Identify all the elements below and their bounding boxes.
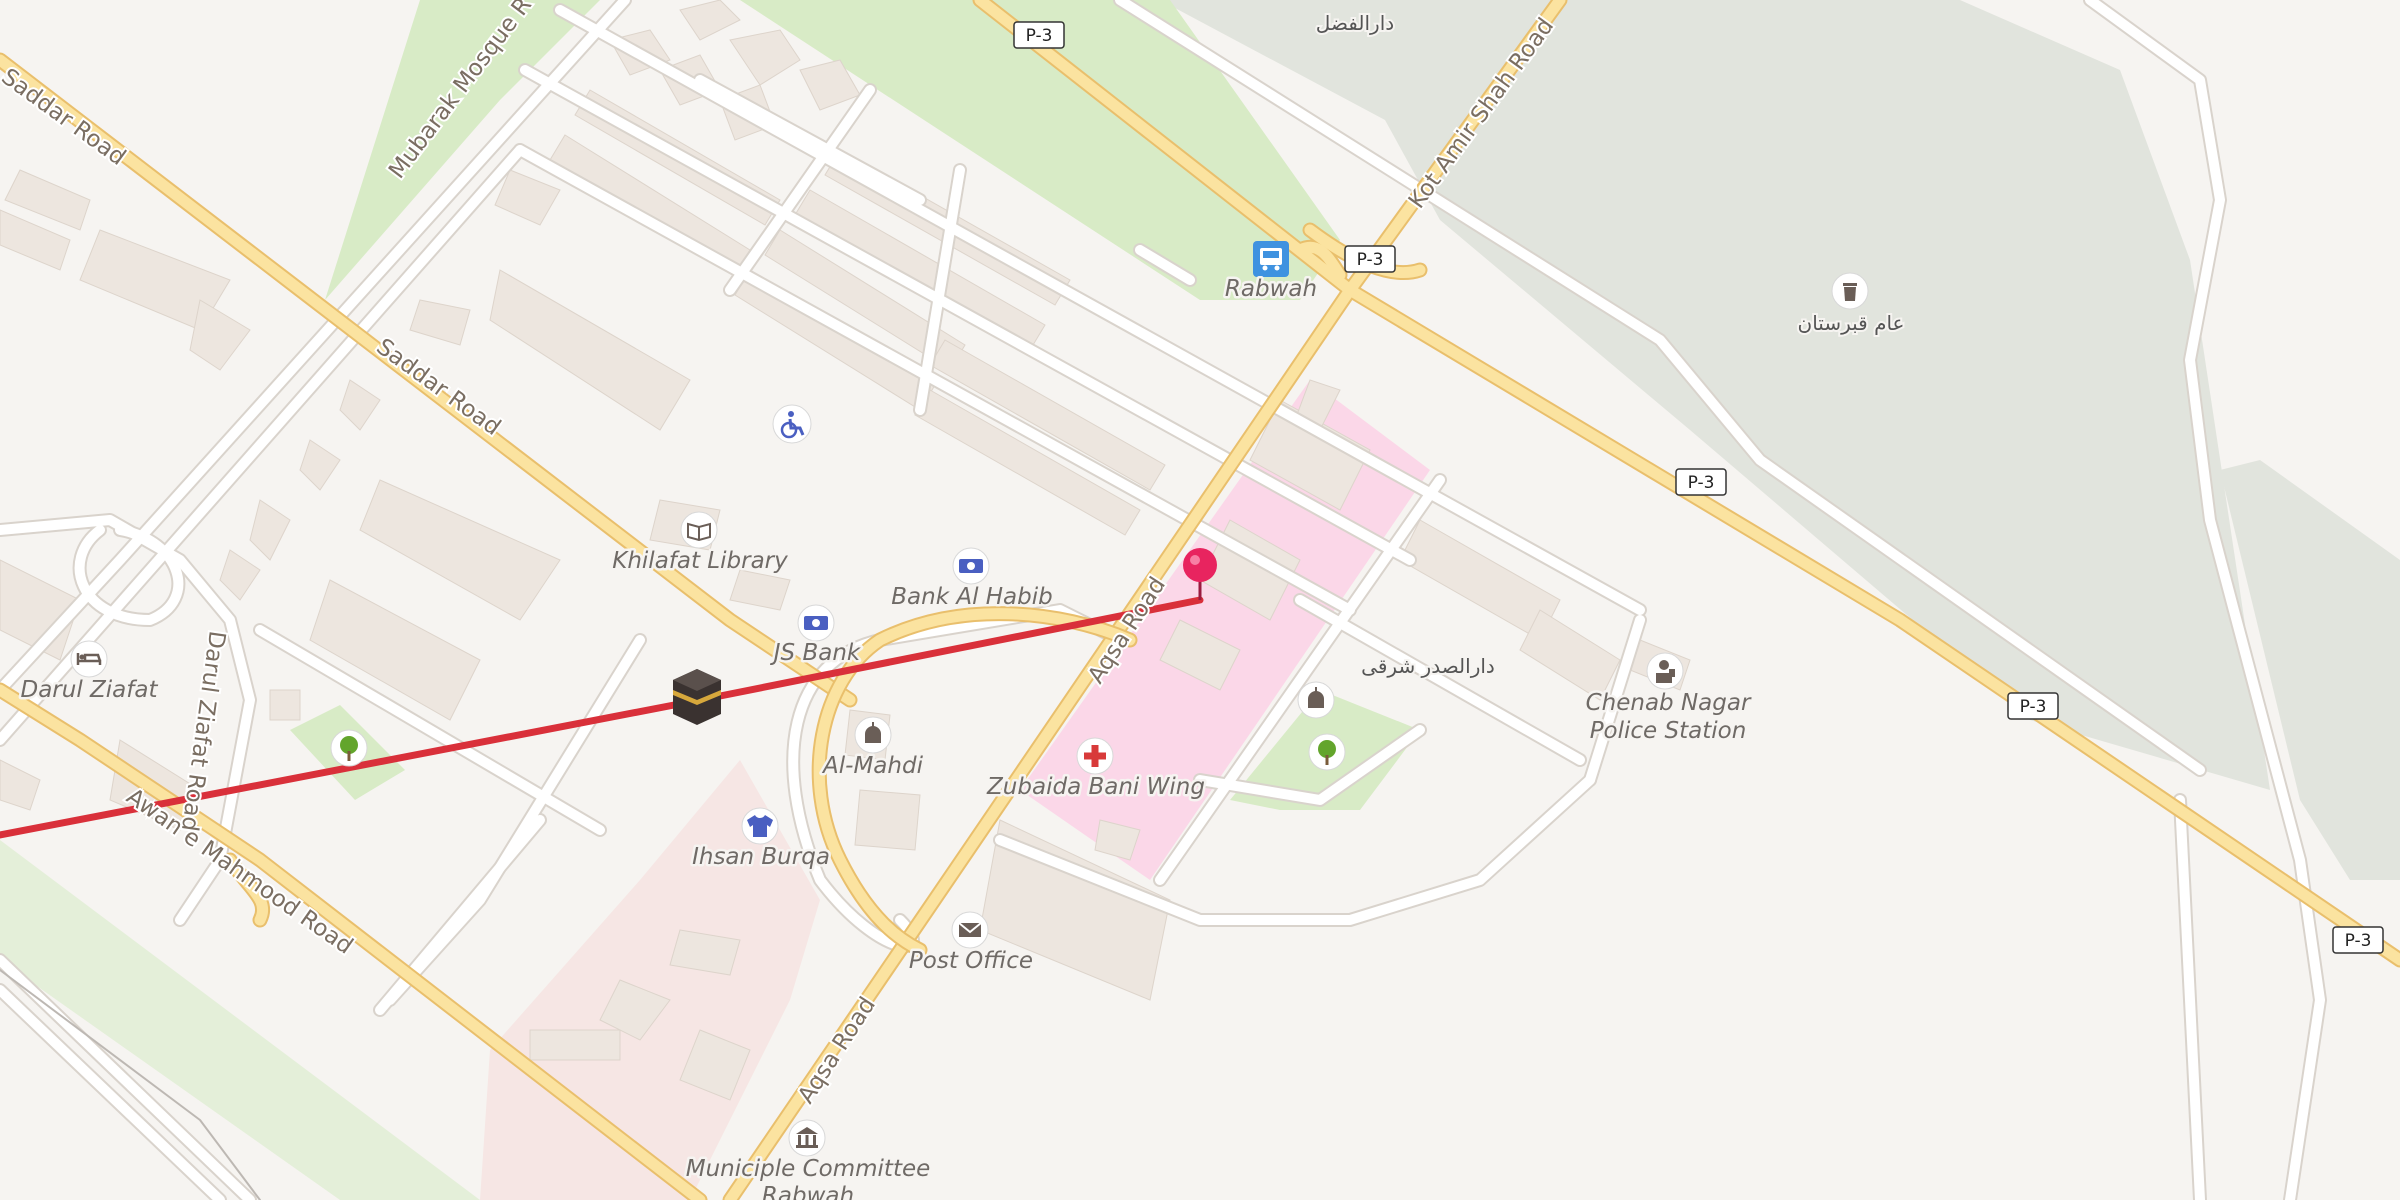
route-shield-5: P-3	[2332, 926, 2384, 954]
banknote-icon[interactable]	[797, 604, 835, 642]
mosque-icon[interactable]	[854, 716, 892, 754]
label-police-station-1: Chenab Nagar	[1586, 690, 1752, 716]
label-municipal-committee-2: Rabwah	[762, 1183, 854, 1200]
label-khilafat-library: Khilafat Library	[612, 548, 788, 574]
police-icon[interactable]	[1646, 652, 1684, 690]
book-icon[interactable]	[680, 511, 718, 549]
svg-text:P-3: P-3	[2345, 931, 2372, 951]
label-police-station-2: Police Station	[1590, 718, 1747, 744]
government-icon[interactable]	[788, 1119, 826, 1157]
tree-icon[interactable]	[1308, 733, 1346, 771]
route-shield-2: P-3	[1344, 245, 1396, 273]
svg-text:P-3: P-3	[1688, 473, 1715, 493]
map-canvas[interactable]: Saddar Road Saddar Road Mubarak Mosque R…	[0, 0, 2400, 1200]
label-municipal-committee-1: Municiple Committee	[686, 1156, 931, 1182]
svg-text:P-3: P-3	[2020, 697, 2047, 717]
red-cross-icon[interactable]	[1076, 737, 1114, 775]
label-darul-ziafat: Darul Ziafat	[21, 677, 159, 703]
road-label-saddar-mid: Saddar Road	[371, 334, 505, 441]
tree-icon[interactable]	[330, 729, 368, 767]
svg-text:P-3: P-3	[1026, 26, 1053, 46]
label-graveyard: عام قبرستان	[1798, 311, 1905, 335]
label-urdu-top: دارالفضل	[1316, 11, 1394, 35]
kaaba-icon[interactable]	[673, 669, 721, 725]
road-label-saddar-top: Saddar Road	[0, 64, 130, 171]
envelope-icon[interactable]	[951, 911, 989, 949]
banknote-icon[interactable]	[952, 547, 990, 585]
route-shield-4: P-3	[2007, 692, 2059, 720]
label-rabwah: Rabwah	[1225, 276, 1317, 302]
shirt-icon[interactable]	[741, 807, 779, 845]
route-shield-1: P-3	[1013, 21, 1065, 49]
label-post-office: Post Office	[909, 948, 1033, 974]
road-label-aqsa-lower: Aqsa Road	[793, 993, 881, 1109]
road-label-darul-ziafat: Darul Ziafat Road	[176, 629, 230, 833]
label-al-mahdi: Al-Mahdi	[821, 753, 924, 779]
map-svg[interactable]: Saddar Road Saddar Road Mubarak Mosque R…	[0, 0, 2400, 1200]
bus-icon[interactable]	[1253, 241, 1289, 277]
svg-text:P-3: P-3	[1357, 250, 1384, 270]
urn-icon[interactable]	[1831, 272, 1869, 310]
route-shield-3: P-3	[1675, 468, 1727, 496]
label-urdu-mid: دارالصدر شرقی	[1361, 654, 1495, 678]
label-js-bank: JS Bank	[770, 640, 862, 666]
mosque-icon[interactable]	[1297, 681, 1335, 719]
label-bank-al-habib: Bank Al Habib	[891, 584, 1053, 610]
label-zubaida-bani-wing: Zubaida Bani Wing	[986, 774, 1205, 800]
label-ihsan-burqa: Ihsan Burqa	[692, 844, 830, 870]
bed-icon[interactable]	[70, 640, 108, 678]
road-label-awan-e-mahmood: Awan e Mahmood Road	[122, 784, 358, 960]
wheelchair-icon[interactable]	[772, 404, 812, 444]
